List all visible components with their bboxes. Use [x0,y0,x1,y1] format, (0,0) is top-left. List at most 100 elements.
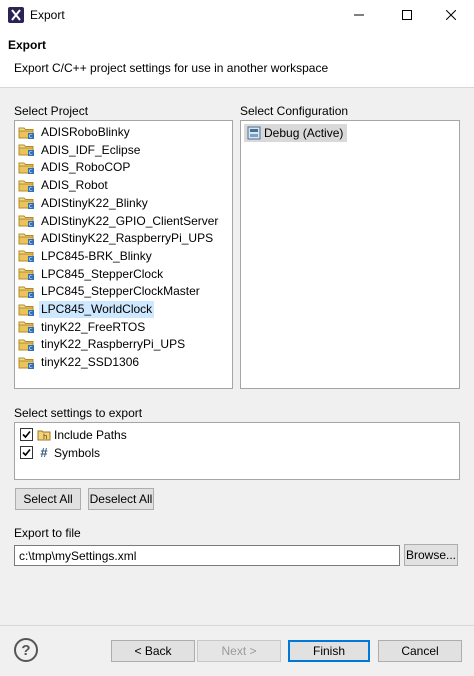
project-item[interactable]: C ADIStinyK22_RaspberryPi_UPS [18,230,215,247]
minimize-icon [354,14,364,16]
project-folder-icon: C [18,233,34,246]
project-folder-icon: C [18,197,34,210]
project-folder-icon: C [18,339,34,352]
project-item-label: tinyK22_SSD1306 [41,355,140,370]
project-list[interactable]: C ADISRoboBlinky C ADIS_IDF_Eclipse C ADIS_Ro… [14,120,233,389]
project-item[interactable]: C ADIStinyK22_GPIO_ClientServer [18,213,220,230]
project-folder-icon: C [18,268,34,281]
build-configuration-icon [247,126,261,140]
project-item-label: ADIStinyK22_RaspberryPi_UPS [41,231,214,246]
help-icon: ? [21,641,31,659]
help-button[interactable]: ? [14,638,38,662]
svg-text:h: h [43,433,47,441]
svg-text:C: C [29,257,33,263]
export-file-path-input[interactable]: c:\tmp\mySettings.xml [14,545,400,566]
project-item[interactable]: C ADISRoboBlinky [18,124,132,141]
checkmark-icon [22,430,31,439]
svg-text:C: C [29,222,33,228]
svg-text:C: C [29,346,33,352]
project-item-label: ADIS_Robot [41,178,108,193]
project-item[interactable]: C LPC845_StepperClockMaster [18,283,202,300]
project-item[interactable]: CtinyK22_RaspberryPi_UPS [18,336,187,353]
project-item-label: ADIStinyK22_GPIO_ClientServer [41,213,219,228]
project-item[interactable]: C ADIStinyK22_Blinky [18,195,150,212]
project-item[interactable]: CtinyK22_SSD1306 [18,354,141,371]
svg-text:C: C [29,240,33,246]
project-item-label: LPC845_WorldClock [39,301,155,318]
checkmark-icon [22,448,31,457]
project-item[interactable]: C LPC845_WorldClock [18,301,155,318]
svg-text:C: C [29,134,33,140]
select-all-button[interactable]: Select All [15,488,81,510]
project-folder-icon: C [18,215,34,228]
close-icon [446,10,456,20]
cancel-button[interactable]: Cancel [378,640,462,662]
setting-label: Include Paths [54,427,127,442]
settings-list[interactable]: h Include Paths # Symbols [14,422,460,480]
project-item-label: tinyK22_RaspberryPi_UPS [41,337,186,352]
window-title: Export [30,8,65,22]
select-project-label: Select Project [14,104,89,118]
minimize-button[interactable] [336,0,382,30]
project-folder-icon: C [18,144,34,157]
svg-text:C: C [29,151,33,157]
project-item[interactable]: C ADIS_RoboCOP [18,159,132,176]
svg-text:C: C [29,275,33,281]
close-button[interactable] [428,0,474,30]
back-button[interactable]: < Back [111,640,195,662]
project-folder-icon: C [18,180,34,193]
project-item-label: tinyK22_FreeRTOS [41,319,146,334]
svg-text:C: C [29,311,33,317]
symbols-checkbox[interactable] [20,446,33,459]
project-item[interactable]: C ADIS_IDF_Eclipse [18,142,142,159]
project-item-label: ADIS_IDF_Eclipse [41,142,141,157]
project-folder-icon: C [18,162,34,175]
project-folder-icon: C [18,127,34,140]
eclipse-export-icon [8,7,24,23]
setting-label: Symbols [54,445,101,460]
hash-icon: # [40,445,48,460]
project-item[interactable]: C LPC845_StepperClock [18,266,165,283]
title-bar: Export [0,0,474,30]
project-item[interactable]: C ADIS_Robot [18,177,110,194]
wizard-description: Export C/C++ project settings for use in… [14,61,329,75]
maximize-icon [402,10,412,20]
project-item-label: LPC845_StepperClock [41,266,164,281]
include-folder-icon: h [37,430,51,441]
project-folder-icon: C [18,250,34,263]
include-paths-checkbox[interactable] [20,428,33,441]
wizard-title: Export [8,38,47,52]
select-configuration-label: Select Configuration [240,104,349,118]
project-item-label: ADIS_RoboCOP [41,160,131,175]
svg-text:C: C [29,364,33,370]
browse-button[interactable]: Browse... [404,544,458,566]
finish-button[interactable]: Finish [288,640,370,662]
maximize-button[interactable] [384,0,430,30]
project-folder-icon: C [18,357,34,370]
svg-text:C: C [29,293,33,299]
svg-text:C: C [29,187,33,193]
project-item-label: LPC845-BRK_Blinky [41,248,152,263]
export-to-file-label: Export to file [14,526,81,540]
project-item[interactable]: CtinyK22_FreeRTOS [18,319,147,336]
project-item[interactable]: C LPC845-BRK_Blinky [18,248,154,265]
svg-text:C: C [29,169,33,175]
setting-include-paths[interactable]: h Include Paths [20,426,127,443]
project-item-label: LPC845_StepperClockMaster [41,284,200,299]
project-folder-icon: C [18,286,34,299]
footer-separator [0,625,474,626]
configuration-item-label: Debug (Active) [264,126,344,140]
configuration-item[interactable]: Debug (Active) [244,124,348,142]
select-settings-label: Select settings to export [14,406,143,420]
configuration-list[interactable]: Debug (Active) [240,120,460,389]
project-item-label: ADIStinyK22_Blinky [41,195,148,210]
wizard-header: Export Export C/C++ project settings for… [0,30,474,88]
project-item-label: ADISRoboBlinky [41,125,130,139]
svg-text:C: C [29,328,33,334]
setting-symbols[interactable]: # Symbols [20,444,100,461]
project-folder-icon: C [18,304,34,317]
project-folder-icon: C [18,321,34,334]
next-button[interactable]: Next > [197,640,281,662]
svg-text:C: C [29,204,33,210]
deselect-all-button[interactable]: Deselect All [88,488,154,510]
